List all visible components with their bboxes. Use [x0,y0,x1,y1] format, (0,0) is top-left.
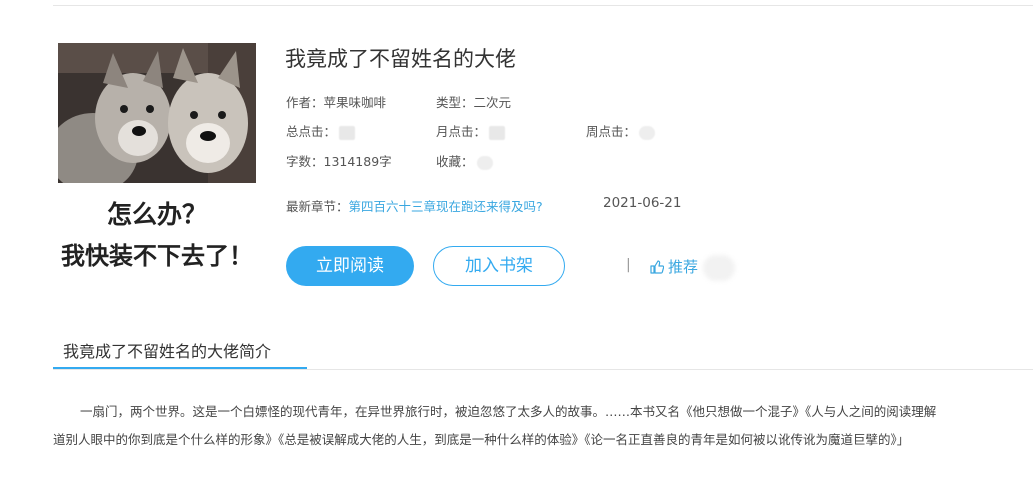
favorites-value-redacted [476,155,493,170]
synopsis-line2: 道别人眼中的你到底是个什么样的形象》《总是被误解成大佬的人生，到底是一种什么样的… [53,432,910,447]
cover-caption-line2: 我快装不下去了！ [61,242,253,270]
tab-intro[interactable]: 我竟成了不留姓名的大佬简介 [63,338,271,362]
favorites: 收藏： [436,151,493,170]
cover-caption-line1: 怎么办？ [106,200,207,229]
total-clicks-value-redacted [339,125,356,140]
total-clicks: 总点击： [286,121,356,140]
weekly-clicks-label: 周点击： [586,124,637,139]
intro-divider [53,369,1033,370]
action-divider: | [626,257,631,273]
latest-chapter-date: 2021-06-21 [603,195,682,211]
author-info[interactable]: 作者：苹果味咖啡 [286,92,386,111]
book-title: 我竟成了不留姓名的大佬 [285,47,516,71]
monthly-clicks-label: 月点击： [436,124,487,139]
favorites-label: 收藏： [436,154,474,169]
recommend-button[interactable]: 推荐 [650,256,698,278]
recommend-label: 推荐 [668,258,699,276]
cover-wolf-image [58,43,256,183]
add-to-shelf-button[interactable]: 加入书架 [433,246,565,286]
top-divider [53,5,1033,6]
read-now-button[interactable]: 立即阅读 [286,246,414,286]
monthly-clicks-value-redacted [489,125,506,140]
genre-info: 类型：二次元 [436,92,511,111]
synopsis-line1: 一扇门，两个世界。这是一个白嫖怪的现代青年，在异世界旅行时，被迫忽悠了太多人的故… [80,404,937,419]
monthly-clicks: 月点击： [436,121,506,140]
book-synopsis: 一扇门，两个世界。这是一个白嫖怪的现代青年，在异世界旅行时，被迫忽悠了太多人的故… [53,398,1033,454]
weekly-clicks-value-redacted [639,125,656,140]
genre-text: 类型：二次元 [436,95,512,110]
book-cover[interactable]: 怎么办？ 我快装不下去了！ [58,43,256,275]
latest-chapter-link[interactable]: 第四百六十三章现在跑还来得及吗? [349,199,543,214]
total-clicks-label: 总点击： [286,124,337,139]
latest-chapter: 最新章节：第四百六十三章现在跑还来得及吗? [286,196,543,215]
thumbs-up-icon [650,260,665,278]
author-text[interactable]: 作者：苹果味咖啡 [286,95,386,110]
weekly-clicks: 周点击： [586,121,656,140]
recommend-count-redacted [703,255,735,281]
word-count: 字数：1314189字 [286,154,392,169]
latest-chapter-label: 最新章节： [286,199,349,214]
